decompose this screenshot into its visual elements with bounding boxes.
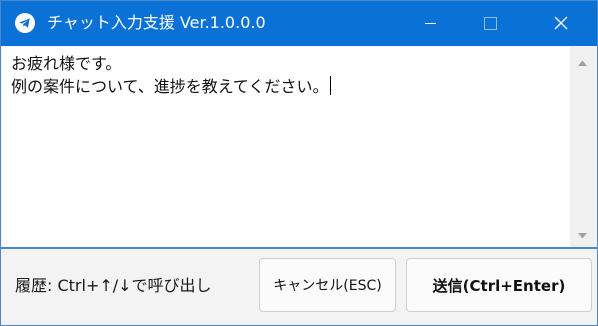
close-button[interactable] — [537, 1, 583, 46]
minimize-button[interactable] — [407, 1, 453, 46]
vertical-scrollbar[interactable] — [570, 47, 595, 247]
window-title: チャット入力支援 Ver.1.0.0.0 — [47, 13, 266, 32]
maximize-button[interactable] — [467, 1, 513, 46]
chat-input-window: チャット入力支援 Ver.1.0.0.0 お疲れ様です。 例の案件について、進捗… — [0, 0, 598, 326]
message-text: お疲れ様です。 例の案件について、進捗を教えてください。 — [11, 52, 332, 98]
text-caret — [330, 76, 332, 95]
footer-bar: 履歴: Ctrl+↑/↓で呼び出し キャンセル(ESC) 送信(Ctrl+Ent… — [1, 247, 597, 325]
history-hint-label: 履歴: Ctrl+↑/↓で呼び出し — [15, 276, 212, 295]
telegram-icon — [15, 13, 35, 33]
message-line-1: お疲れ様です。 — [11, 54, 122, 73]
title-bar[interactable]: チャット入力支援 Ver.1.0.0.0 — [1, 1, 597, 46]
cancel-button-label: キャンセル(ESC) — [273, 278, 382, 294]
message-textarea[interactable]: お疲れ様です。 例の案件について、進捗を教えてください。 — [2, 47, 570, 247]
cancel-button[interactable]: キャンセル(ESC) — [259, 258, 396, 312]
scroll-down-arrow-icon — [578, 233, 587, 239]
minimize-icon — [425, 23, 436, 24]
send-button[interactable]: 送信(Ctrl+Enter) — [406, 258, 592, 312]
send-button-label: 送信(Ctrl+Enter) — [432, 276, 566, 295]
maximize-icon — [484, 17, 497, 30]
message-line-2: 例の案件について、進捗を教えてください。 — [11, 77, 329, 96]
scroll-up-arrow-icon — [578, 60, 587, 66]
close-icon — [554, 16, 568, 30]
